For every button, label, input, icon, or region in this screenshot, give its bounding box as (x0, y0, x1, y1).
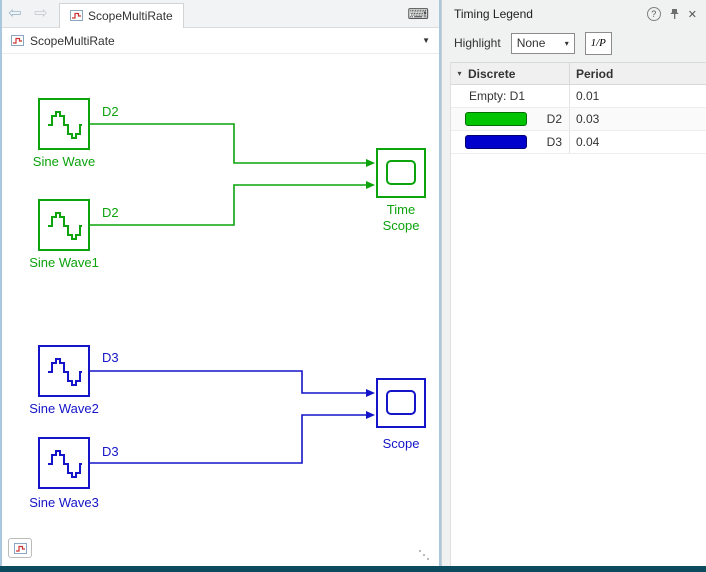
block-sine-wave3[interactable] (38, 437, 90, 489)
signal-wire[interactable] (90, 123, 366, 164)
rate-annotation: D2 (102, 104, 119, 119)
legend-rate-cell: D2 (451, 108, 569, 130)
signal-wire[interactable] (90, 414, 366, 464)
block-label: Time Scope (382, 202, 420, 233)
highlight-label: Highlight (454, 36, 501, 50)
block-time-scope[interactable] (376, 148, 426, 198)
editor-tab-bar: ⇦ ⇨ ScopeMultiRate ⌨ (2, 0, 439, 28)
keyboard-icon[interactable]: ⌨ (407, 5, 439, 23)
legend-rate-cell: D3 (451, 131, 569, 153)
arrowhead-icon (366, 159, 375, 167)
rate-label: D3 (546, 135, 562, 149)
signal-wire[interactable] (90, 370, 366, 394)
sine-wave-icon (48, 450, 82, 478)
breadcrumb-model-name[interactable]: ScopeMultiRate (30, 34, 115, 48)
back-icon[interactable]: ⇦ (2, 0, 28, 28)
rate-annotation: D3 (102, 350, 119, 365)
resize-grip[interactable] (419, 550, 421, 552)
highlight-controls: Highlight None ▾ 1/P (442, 28, 706, 58)
legend-period-cell: 0.01 (569, 85, 706, 107)
panel-header: Timing Legend ? ✕ (442, 0, 706, 28)
arrowhead-icon (366, 411, 375, 419)
model-canvas[interactable]: Sine Wave D2 Sine Wave1 D2 Time Scope Si… (2, 54, 439, 566)
legend-row[interactable]: Empty: D1 0.01 (451, 85, 706, 108)
rate-annotation: D3 (102, 444, 119, 459)
breadcrumb: ScopeMultiRate ▼ (2, 28, 439, 54)
rate-color-swatch-green (465, 112, 527, 126)
rate-color-swatch-blue (465, 135, 527, 149)
model-icon (13, 542, 27, 554)
pin-icon[interactable] (669, 8, 680, 20)
column-header-discrete: Discrete (468, 66, 516, 81)
arrowhead-icon (366, 389, 375, 397)
block-scope[interactable] (376, 378, 426, 428)
chevron-down-icon: ▾ (564, 38, 569, 48)
rate-label: Empty: D1 (469, 89, 526, 103)
highlight-dropdown[interactable]: None ▾ (510, 32, 575, 54)
block-sine-wave[interactable] (38, 98, 90, 150)
collapse-chevron-icon[interactable]: ▾ (451, 69, 468, 78)
help-icon[interactable]: ? (646, 7, 661, 21)
sine-wave-icon (48, 358, 82, 386)
rate-annotation: D2 (102, 205, 119, 220)
legend-period-cell: 0.04 (569, 131, 706, 153)
model-icon (11, 35, 24, 46)
legend-rate-cell: Empty: D1 (451, 85, 569, 107)
model-icon (70, 10, 83, 21)
arrowhead-icon (366, 181, 375, 189)
sine-wave-icon (48, 111, 82, 139)
block-label: Sine Wave (32, 154, 96, 169)
legend-table-header[interactable]: ▾ Discrete Period (451, 63, 706, 85)
legend-period-cell: 0.03 (569, 108, 706, 130)
window-bottom-edge (0, 566, 706, 572)
block-sine-wave2[interactable] (38, 345, 90, 397)
timing-legend-panel: Timing Legend ? ✕ Highlight None ▾ 1/P ▾… (441, 0, 706, 566)
close-icon[interactable]: ✕ (688, 8, 697, 21)
legend-row[interactable]: D3 0.04 (451, 131, 706, 154)
block-label: Scope (382, 436, 420, 451)
block-sine-wave1[interactable] (38, 199, 90, 251)
rate-label: D2 (546, 112, 562, 126)
scope-screen-icon (386, 390, 416, 415)
forward-icon[interactable]: ⇨ (28, 0, 54, 28)
simulink-window: ⇦ ⇨ ScopeMultiRate ⌨ ScopeMultiRate ▼ Si… (0, 0, 706, 566)
legend-table: ▾ Discrete Period Empty: D1 0.01 D2 0.03 (450, 62, 706, 566)
model-editor: ⇦ ⇨ ScopeMultiRate ⌨ ScopeMultiRate ▼ Si… (0, 0, 441, 566)
signal-wire[interactable] (90, 184, 366, 226)
chevron-down-icon[interactable]: ▼ (422, 36, 430, 45)
panel-title: Timing Legend (454, 7, 533, 21)
panel-header-icons: ? ✕ (646, 7, 697, 21)
legend-row[interactable]: D2 0.03 (451, 108, 706, 131)
model-tab-label: ScopeMultiRate (88, 8, 173, 23)
scope-screen-icon (386, 160, 416, 185)
sine-wave-icon (48, 212, 82, 240)
period-toggle-button[interactable]: 1/P (584, 31, 612, 55)
block-label: Sine Wave3 (29, 495, 99, 510)
model-tab[interactable]: ScopeMultiRate (59, 2, 184, 28)
highlight-dropdown-value: None (516, 36, 546, 50)
column-header-period: Period (569, 63, 706, 84)
block-label: Sine Wave2 (29, 401, 99, 416)
model-browser-button[interactable] (8, 538, 32, 558)
block-label: Sine Wave1 (29, 255, 99, 270)
